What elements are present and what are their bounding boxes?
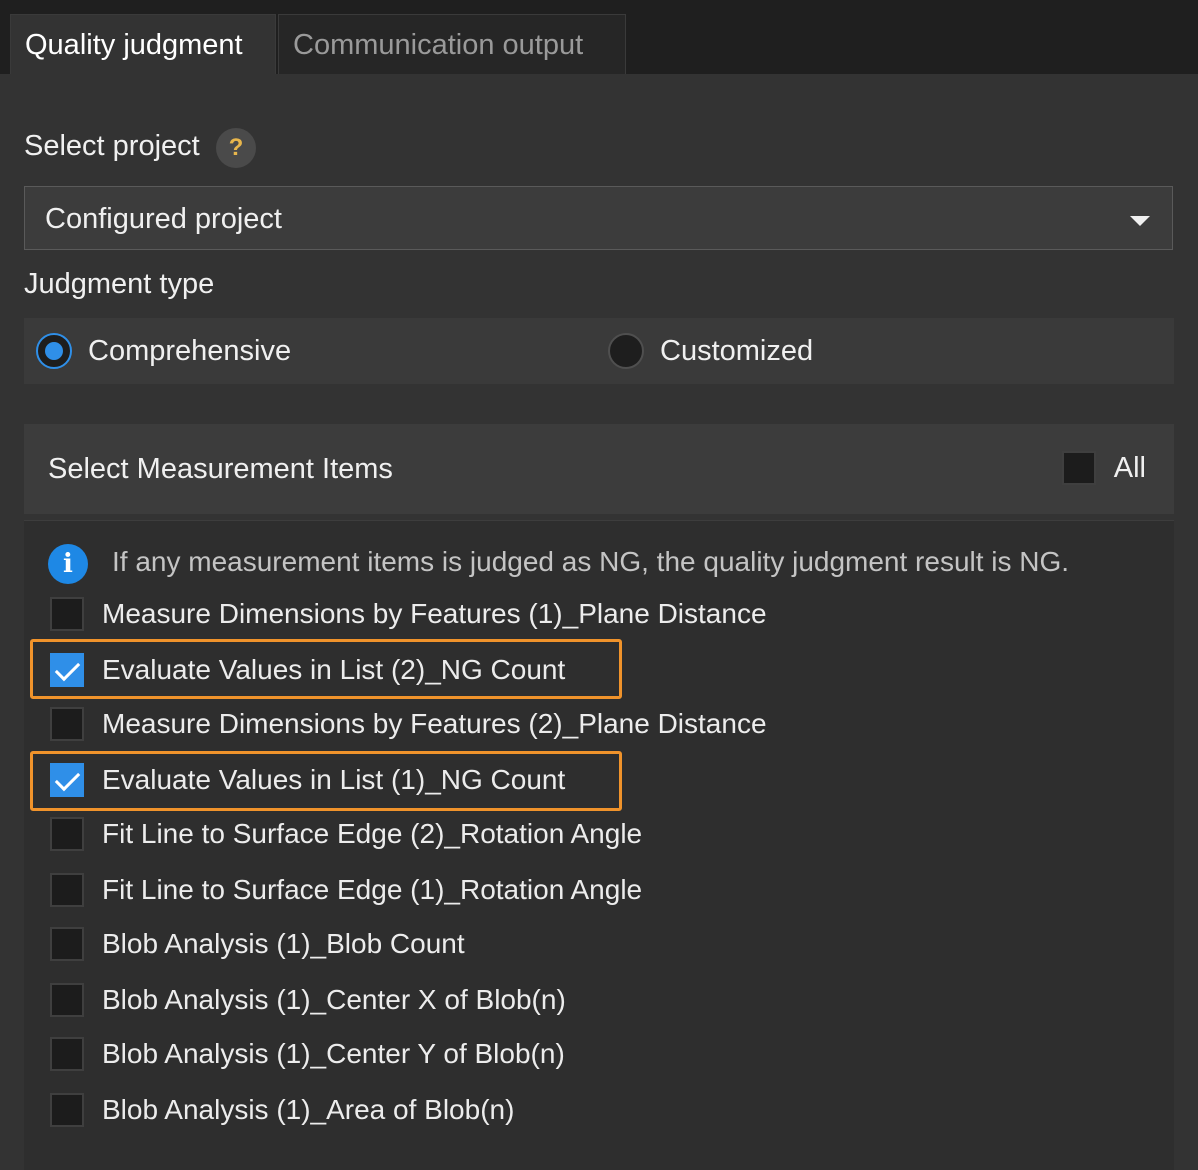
quality-judgment-panel: Quality judgment Communication output Se… [0, 0, 1198, 1170]
measurement-item[interactable]: Measure Dimensions by Features (2)_Plane… [50, 704, 767, 744]
project-select-value: Configured project [45, 203, 282, 235]
item-checkbox[interactable] [50, 817, 84, 851]
item-checkbox[interactable] [50, 1037, 84, 1071]
tab-communication-output[interactable]: Communication output [278, 14, 626, 74]
item-checkbox[interactable] [50, 927, 84, 961]
item-label: Measure Dimensions by Features (2)_Plane… [102, 708, 767, 739]
radio-selected-icon [36, 333, 72, 369]
measurement-item[interactable]: Evaluate Values in List (1)_NG Count [50, 760, 565, 800]
item-label: Evaluate Values in List (1)_NG Count [102, 764, 566, 795]
tab-quality-judgment[interactable]: Quality judgment [10, 14, 276, 74]
measurement-items-header: Select Measurement Items All [24, 424, 1174, 514]
item-checkbox[interactable] [50, 983, 84, 1017]
select-all-label: All [1113, 451, 1146, 484]
item-checkbox[interactable] [50, 873, 84, 907]
select-all-checkbox[interactable] [1061, 451, 1096, 485]
item-label: Fit Line to Surface Edge (1)_Rotation An… [102, 874, 643, 905]
measurement-items-title: Select Measurement Items [48, 453, 393, 485]
radio-unselected-icon [608, 333, 644, 369]
item-checkbox[interactable] [50, 707, 84, 741]
item-checkbox-checked[interactable] [50, 653, 84, 687]
chevron-down-icon [1130, 216, 1150, 226]
item-label: Fit Line to Surface Edge (2)_Rotation An… [102, 818, 643, 849]
measurement-item[interactable]: Blob Analysis (1)_Blob Count [50, 924, 465, 964]
tab-bar: Quality judgment Communication output [0, 0, 1198, 74]
judgment-type-radio-group: Comprehensive Customized [24, 318, 1174, 384]
select-project-label: Select project [24, 130, 200, 162]
item-label: Measure Dimensions by Features (1)_Plane… [102, 598, 767, 629]
info-message: If any measurement items is judged as NG… [112, 546, 1070, 577]
measurement-item[interactable]: Fit Line to Surface Edge (1)_Rotation An… [50, 870, 642, 910]
item-label: Evaluate Values in List (2)_NG Count [102, 654, 566, 685]
radio-comprehensive-label: Comprehensive [88, 334, 292, 367]
project-select[interactable]: Configured project [24, 186, 1173, 250]
select-all-toggle[interactable]: All [1061, 451, 1146, 485]
measurement-item[interactable]: Evaluate Values in List (2)_NG Count [50, 650, 565, 690]
radio-customized[interactable]: Customized [608, 332, 813, 370]
measurement-item[interactable]: Fit Line to Surface Edge (2)_Rotation An… [50, 814, 642, 854]
item-checkbox[interactable] [50, 1093, 84, 1127]
radio-comprehensive[interactable]: Comprehensive [36, 332, 291, 370]
item-label: Blob Analysis (1)_Blob Count [102, 928, 465, 959]
item-label: Blob Analysis (1)_Center X of Blob(n) [102, 984, 566, 1015]
measurement-item[interactable]: Blob Analysis (1)_Area of Blob(n) [50, 1090, 514, 1130]
judgment-type-label: Judgment type [24, 268, 215, 300]
measurement-item[interactable]: Blob Analysis (1)_Center Y of Blob(n) [50, 1034, 565, 1074]
item-label: Blob Analysis (1)_Area of Blob(n) [102, 1094, 515, 1125]
item-checkbox-checked[interactable] [50, 763, 84, 797]
item-label: Blob Analysis (1)_Center Y of Blob(n) [102, 1038, 565, 1069]
radio-customized-label: Customized [660, 334, 814, 367]
measurement-item[interactable]: Blob Analysis (1)_Center X of Blob(n) [50, 980, 566, 1020]
info-icon: i [48, 544, 88, 584]
item-checkbox[interactable] [50, 597, 84, 631]
help-icon[interactable]: ? [216, 128, 256, 168]
measurement-item[interactable]: Measure Dimensions by Features (1)_Plane… [50, 594, 767, 634]
